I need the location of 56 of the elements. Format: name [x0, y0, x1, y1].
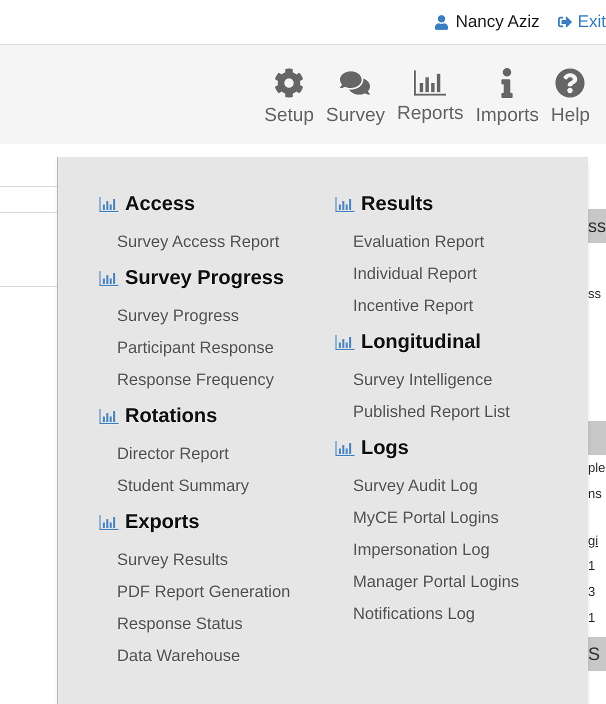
table-link[interactable]: gi — [586, 529, 606, 553]
menu-link[interactable]: Manager Portal Logins — [353, 566, 520, 598]
section-heading: Rotations — [125, 404, 218, 429]
menu-link[interactable]: Individual Report — [353, 258, 520, 290]
menu-link[interactable]: Response Status — [117, 608, 333, 640]
menu-link[interactable]: Survey Progress — [117, 300, 333, 332]
user-icon — [434, 14, 448, 30]
section-heading: Results — [361, 192, 434, 217]
bar-chart-icon — [97, 270, 121, 286]
menu-link[interactable]: Impersonation Log — [353, 534, 520, 566]
bar-chart-icon — [414, 70, 446, 96]
nav-button[interactable]: Reports — [391, 66, 470, 123]
table-header — [586, 421, 606, 455]
menu-link[interactable]: Director Report — [117, 438, 333, 470]
menu-link[interactable]: MyCE Portal Logins — [353, 502, 520, 534]
menu-link[interactable]: PDF Report Generation — [117, 576, 333, 608]
bar-chart-icon — [97, 196, 121, 212]
bar-chart-icon — [333, 440, 357, 456]
table-text: ss — [587, 285, 602, 303]
menu-link[interactable]: Survey Access Report — [117, 226, 333, 258]
menu-link[interactable]: Survey Audit Log — [353, 470, 520, 502]
table-text: ple — [587, 459, 606, 477]
bar-chart-icon — [97, 514, 121, 530]
section-heading: Exports — [125, 510, 200, 535]
nav-button[interactable]: Survey — [320, 64, 392, 125]
nav-button[interactable]: Setup — [258, 64, 320, 125]
menu-link[interactable]: Notifications Log — [353, 598, 520, 630]
section-heading: Access — [125, 192, 196, 217]
menu-link[interactable]: Incentive Report — [353, 290, 520, 322]
help-icon — [555, 68, 586, 98]
menu-link[interactable]: Evaluation Report — [353, 226, 520, 258]
exit-icon — [558, 15, 572, 29]
table-text: 1 — [587, 609, 596, 627]
bar-chart-icon — [333, 196, 357, 212]
menu-link[interactable]: Response Frequency — [117, 364, 333, 396]
menu-link[interactable]: Student Summary — [117, 470, 333, 502]
user-name[interactable]: Nancy Aziz — [434, 9, 540, 35]
nav-button[interactable]: Imports — [470, 64, 545, 125]
gear-icon — [274, 68, 304, 98]
table-text: ns — [587, 485, 603, 503]
table-header: ss — [586, 209, 606, 243]
table-text: 1 — [587, 557, 596, 575]
menu-link[interactable]: Survey Results — [117, 544, 333, 576]
table-header: S — [586, 637, 606, 671]
menu-link[interactable]: Participant Response — [117, 332, 333, 364]
section-heading: Logs — [361, 436, 409, 461]
nav-button[interactable]: Help — [544, 64, 596, 125]
section-heading: Survey Progress — [125, 266, 284, 291]
section-heading: Longitudinal — [361, 330, 481, 355]
bar-chart-icon — [333, 334, 357, 350]
menu-link[interactable]: Published Report List — [353, 396, 520, 428]
menu-link[interactable]: Survey Intelligence — [353, 364, 520, 396]
exit-link[interactable]: Exit — [558, 9, 606, 35]
bar-chart-icon — [97, 408, 121, 424]
table-text: 3 — [587, 583, 596, 601]
menu-link[interactable]: Data Warehouse — [117, 640, 333, 672]
